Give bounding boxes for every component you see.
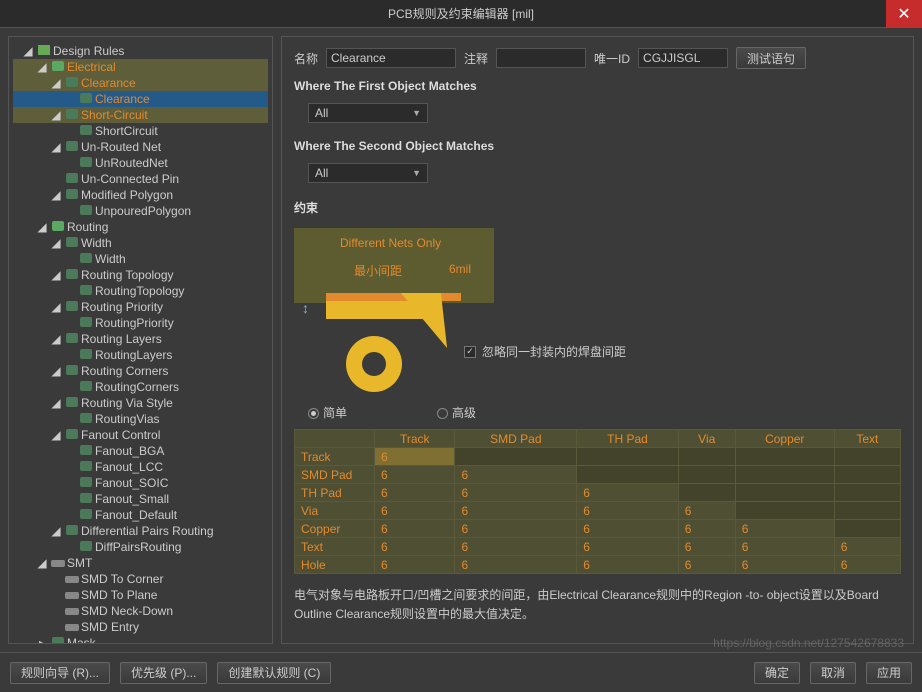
- id-label: 唯一ID: [594, 50, 630, 67]
- tree-clearance[interactable]: Clearance: [13, 91, 268, 107]
- test-button[interactable]: 测试语句: [736, 47, 806, 69]
- titlebar: PCB规则及约束编辑器 [mil] ✕: [0, 0, 922, 28]
- create-default-button[interactable]: 创建默认规则 (C): [217, 662, 331, 684]
- tree-smt-plane[interactable]: SMD To Plane: [13, 587, 268, 603]
- wizard-button[interactable]: 规则向导 (R)...: [10, 662, 110, 684]
- tree-corners[interactable]: RoutingCorners: [13, 379, 268, 395]
- tree-smt-neck[interactable]: SMD Neck-Down: [13, 603, 268, 619]
- tree-layers-group[interactable]: ◢Routing Layers: [13, 331, 268, 347]
- ignore-pad-label: 忽略同一封装内的焊盘间距: [482, 343, 626, 360]
- tree-smt-entry[interactable]: SMD Entry: [13, 619, 268, 635]
- tree-modpoly-group[interactable]: ◢Modified Polygon: [13, 187, 268, 203]
- tree-fanout-small[interactable]: Fanout_Small: [13, 491, 268, 507]
- detail-panel: 名称 注释 唯一ID 测试语句 Where The First Object M…: [281, 36, 914, 644]
- pad-icon: [346, 336, 402, 392]
- tree-short[interactable]: ShortCircuit: [13, 123, 268, 139]
- tree-clearance-group[interactable]: ◢Clearance: [13, 75, 268, 91]
- min-clearance-value: 6mil: [449, 262, 471, 276]
- close-button[interactable]: ✕: [886, 0, 922, 28]
- clearance-matrix[interactable]: TrackSMD PadTH PadViaCopperText Track6 S…: [294, 429, 901, 574]
- tree-smt[interactable]: ◢SMT: [13, 555, 268, 571]
- tree-unrouted[interactable]: UnRoutedNet: [13, 155, 268, 171]
- tree-modpoly[interactable]: UnpouredPolygon: [13, 203, 268, 219]
- tree-fanout-soic[interactable]: Fanout_SOIC: [13, 475, 268, 491]
- tree-routing[interactable]: ◢Routing: [13, 219, 268, 235]
- tree-mask[interactable]: ▸Mask: [13, 635, 268, 644]
- tree-diff-group[interactable]: ◢Differential Pairs Routing: [13, 523, 268, 539]
- clearance-diagram: Different Nets Only 最小间距 6mil ↕ ✓ 忽略同一封装…: [294, 228, 901, 398]
- name-input[interactable]: [326, 48, 456, 68]
- footnote-text: 电气对象与电路板开口/凹槽之间要求的间距，由Electrical Clearan…: [294, 586, 901, 624]
- tree-fanout-default[interactable]: Fanout_Default: [13, 507, 268, 523]
- comment-label: 注释: [464, 50, 488, 67]
- chevron-down-icon: ▼: [412, 168, 421, 178]
- tree-fanout-lcc[interactable]: Fanout_LCC: [13, 459, 268, 475]
- tree-via-group[interactable]: ◢Routing Via Style: [13, 395, 268, 411]
- priority-button[interactable]: 优先级 (P)...: [120, 662, 207, 684]
- tree-layers[interactable]: RoutingLayers: [13, 347, 268, 363]
- ok-button[interactable]: 确定: [754, 662, 800, 684]
- apply-button[interactable]: 应用: [866, 662, 912, 684]
- advanced-radio[interactable]: 高级: [437, 404, 476, 421]
- tree-topo[interactable]: RoutingTopology: [13, 283, 268, 299]
- diff-nets-label: Different Nets Only: [340, 236, 441, 250]
- tree-width-group[interactable]: ◢Width: [13, 235, 268, 251]
- min-clearance-label: 最小间距: [354, 262, 402, 279]
- constraints-label: 约束: [294, 199, 901, 216]
- tree-fanout-group[interactable]: ◢Fanout Control: [13, 427, 268, 443]
- tree-unrouted-group[interactable]: ◢Un-Routed Net: [13, 139, 268, 155]
- tree-via[interactable]: RoutingVias: [13, 411, 268, 427]
- comment-input[interactable]: [496, 48, 586, 68]
- tree-topo-group[interactable]: ◢Routing Topology: [13, 267, 268, 283]
- tree-corners-group[interactable]: ◢Routing Corners: [13, 363, 268, 379]
- cancel-button[interactable]: 取消: [810, 662, 856, 684]
- tree-short-group[interactable]: ◢Short-Circuit: [13, 107, 268, 123]
- tree-prio-group[interactable]: ◢Routing Priority: [13, 299, 268, 315]
- tree-electrical[interactable]: ◢Electrical: [13, 59, 268, 75]
- window-title: PCB规则及约束编辑器 [mil]: [388, 5, 534, 22]
- tree-prio[interactable]: RoutingPriority: [13, 315, 268, 331]
- rules-tree[interactable]: ◢Design Rules ◢Electrical ◢Clearance Cle…: [8, 36, 273, 644]
- name-label: 名称: [294, 50, 318, 67]
- tree-smt-corner[interactable]: SMD To Corner: [13, 571, 268, 587]
- tree-root[interactable]: ◢Design Rules: [13, 43, 268, 59]
- footer: 规则向导 (R)... 优先级 (P)... 创建默认规则 (C) 确定 取消 …: [0, 652, 922, 692]
- chevron-down-icon: ▼: [412, 108, 421, 118]
- where-second-label: Where The Second Object Matches: [294, 139, 901, 153]
- where-second-dropdown[interactable]: All▼: [308, 163, 428, 183]
- where-first-label: Where The First Object Matches: [294, 79, 901, 93]
- tree-unconnected[interactable]: Un-Connected Pin: [13, 171, 268, 187]
- tree-diff[interactable]: DiffPairsRouting: [13, 539, 268, 555]
- simple-radio[interactable]: 简单: [308, 404, 347, 421]
- id-input[interactable]: [638, 48, 728, 68]
- tree-fanout-bga[interactable]: Fanout_BGA: [13, 443, 268, 459]
- tree-width[interactable]: Width: [13, 251, 268, 267]
- arrow-icon: ↕: [302, 300, 309, 316]
- ignore-pad-checkbox[interactable]: ✓: [464, 346, 476, 358]
- where-first-dropdown[interactable]: All▼: [308, 103, 428, 123]
